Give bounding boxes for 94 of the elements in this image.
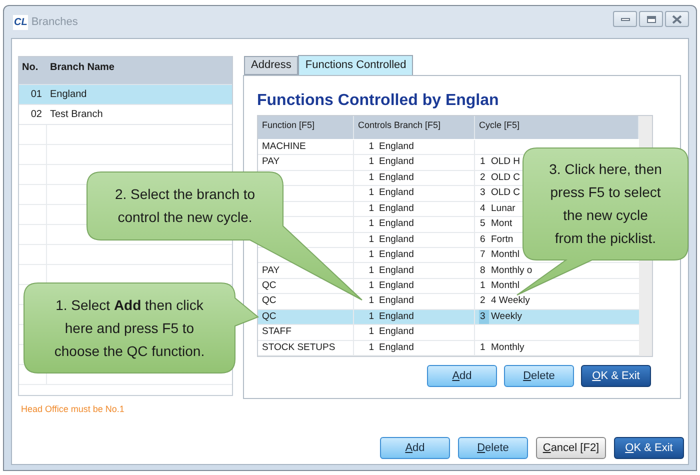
branch-number: 1 xyxy=(368,264,374,278)
dialog-button[interactable]: Delete xyxy=(458,437,528,459)
branch-name: England xyxy=(378,202,414,216)
function-text: MACHINE xyxy=(262,140,306,154)
branch-number: 1 xyxy=(368,202,374,216)
minimize-button[interactable] xyxy=(613,11,637,27)
branch-number: 1 xyxy=(368,217,374,232)
cycle-number: 4 xyxy=(479,202,486,216)
callout-text: 1. Select Add then click here and press F5 to choose the QC function. xyxy=(54,296,205,361)
cycle-name: OLD C xyxy=(490,170,520,185)
window-title: Branches xyxy=(31,14,78,30)
branch-name: England xyxy=(378,310,414,324)
cycle-name: Fortn xyxy=(490,232,514,247)
cycle-number: 6 xyxy=(479,232,486,247)
branch-number: 1 xyxy=(368,340,374,355)
branch-number: 1 xyxy=(368,325,374,340)
function-text: QC xyxy=(262,278,276,293)
table-row[interactable]: QC 1 England 2 4 Weekly xyxy=(258,294,639,310)
dialog-button[interactable]: Add xyxy=(380,437,450,459)
cycle-name: Monthly xyxy=(490,340,524,355)
table-cell-text: Test Branch xyxy=(49,108,103,122)
branch-name: England xyxy=(378,155,414,170)
function-text: STAFF xyxy=(262,325,292,340)
cycle-number: 8 xyxy=(479,264,486,278)
cycle-number: 1 xyxy=(479,155,486,170)
tab[interactable]: Address xyxy=(244,56,298,75)
tab[interactable]: Functions Controlled xyxy=(298,55,414,75)
cycle-name: Lunar xyxy=(490,202,516,216)
function-text: QC xyxy=(262,310,276,324)
branch-number: 1 xyxy=(368,186,374,200)
branch-number: 1 xyxy=(368,248,374,262)
cycle-number: 3 xyxy=(479,186,486,200)
function-text: QC xyxy=(262,294,276,308)
cycle-name: Monthly o xyxy=(490,264,532,278)
table-row[interactable]: STOCK SETUPS 1 England 1 Monthly xyxy=(258,340,639,356)
cycle-number: 7 xyxy=(479,248,486,262)
function-text: STOCK SETUPS xyxy=(262,340,336,355)
note-text: Head Office must be No.1 xyxy=(20,403,126,416)
branch-number: 1 xyxy=(368,155,374,170)
panel-button[interactable]: OK & Exit xyxy=(581,365,651,387)
branch-name: England xyxy=(378,248,414,262)
table-row[interactable]: QC 1 England 3 Weekly xyxy=(258,310,639,326)
maximize-icon xyxy=(646,16,656,22)
cycle-name: Mont xyxy=(490,217,512,232)
cycle-name: Monthl xyxy=(490,278,520,293)
branch-number: 1 xyxy=(368,310,374,324)
branch-name: England xyxy=(378,325,414,340)
column-header: No. xyxy=(21,61,40,75)
table-cell-text: 02 xyxy=(30,108,43,122)
branch-number: 1 xyxy=(368,140,374,154)
column-header: Function [F5] xyxy=(258,116,354,139)
cycle-name: Weekly xyxy=(490,310,522,324)
app-logo: CL xyxy=(13,14,28,30)
branch-name: England xyxy=(378,232,414,247)
branch-name: England xyxy=(378,264,414,278)
table-row[interactable]: STAFF 1 England xyxy=(258,325,639,341)
cycle-number: 2 xyxy=(479,294,486,308)
branch-name: England xyxy=(378,278,414,293)
branch-name: England xyxy=(378,186,414,200)
branch-name: England xyxy=(378,294,414,308)
column-header: Branch Name xyxy=(49,61,116,75)
callout-text: 2. Select the branch to control the new cycle. xyxy=(114,185,256,227)
cycle-number: 1 xyxy=(479,340,486,355)
cycle-number: 5 xyxy=(479,217,486,232)
cycle-number: 2 xyxy=(479,170,486,185)
function-text: PAY xyxy=(262,264,280,278)
table-cell-text: 01 xyxy=(30,88,43,102)
cycle-number: 1 xyxy=(479,278,486,293)
maximize-button[interactable] xyxy=(639,11,663,27)
dialog-button[interactable]: Cancel [F2] xyxy=(536,437,606,459)
branch-name: England xyxy=(378,340,414,355)
branch-number: 1 xyxy=(368,278,374,293)
branch-name: England xyxy=(378,140,414,154)
table-cell-text: England xyxy=(49,88,87,102)
minimize-icon xyxy=(620,18,630,20)
function-text: PAY xyxy=(262,155,280,170)
panel-heading: Functions Controlled by Englan xyxy=(257,91,500,111)
branch-number: 1 xyxy=(368,170,374,185)
cycle-name: OLD H xyxy=(490,155,520,170)
cycle-name: Monthl xyxy=(490,248,520,262)
branch-name: England xyxy=(378,217,414,232)
branch-name: England xyxy=(378,170,414,185)
panel-button[interactable]: Delete xyxy=(504,365,574,387)
cycle-name: 4 Weekly xyxy=(490,294,530,308)
branch-row[interactable]: 01 England xyxy=(19,85,232,105)
cycle-number: 3 xyxy=(479,310,489,324)
branch-number: 1 xyxy=(368,294,374,308)
panel-button[interactable]: Add xyxy=(427,365,497,387)
branch-number: 1 xyxy=(368,232,374,247)
dialog-button[interactable]: OK & Exit xyxy=(614,437,684,459)
close-icon xyxy=(672,14,682,24)
column-header: Controls Branch [F5] xyxy=(354,116,475,139)
close-button[interactable] xyxy=(665,11,689,27)
cycle-name: OLD C xyxy=(490,186,520,200)
